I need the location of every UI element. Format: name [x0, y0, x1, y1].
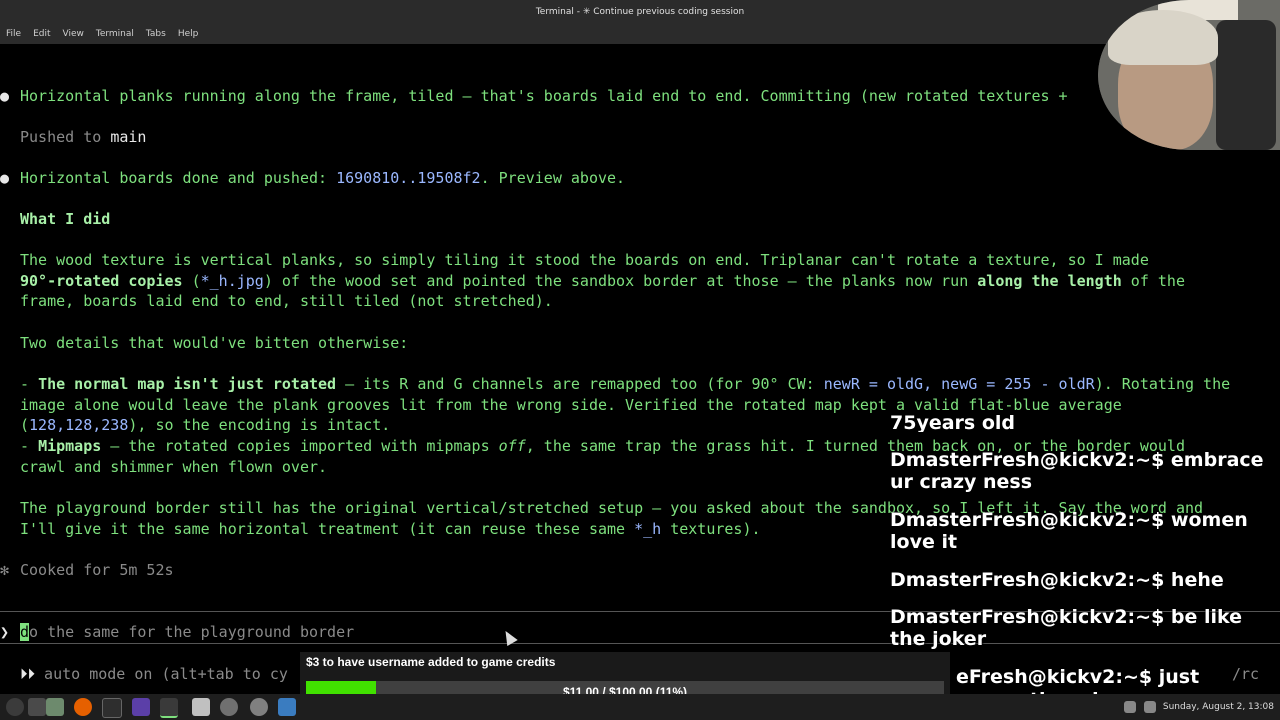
chat-text: eFresh@kickv2:~$ just	[956, 666, 1200, 688]
code-text: newR = oldG, newG = 255 - oldR	[823, 375, 1095, 393]
wifi-icon[interactable]	[1124, 701, 1136, 713]
webcam-overlay	[1098, 0, 1280, 150]
auto-mode-text: auto mode on (alt+tab to cy	[35, 665, 288, 683]
app-icon[interactable]	[278, 698, 296, 716]
section-heading: What I did	[20, 210, 111, 228]
obsidian-icon[interactable]	[132, 698, 150, 716]
menu-file[interactable]: File	[0, 24, 27, 44]
terminal-line: (128,128,238), so the encoding is intact…	[20, 415, 390, 435]
bullet-icon: ●	[0, 87, 10, 105]
bold-text: Mipmaps	[38, 437, 102, 455]
text: -	[20, 437, 39, 455]
code-text: 128,128,238	[29, 416, 129, 434]
text: I'll give it the same horizontal treatme…	[20, 520, 635, 538]
text: ), so the encoding is intact.	[128, 416, 391, 434]
code-text: *_h	[634, 520, 662, 538]
terminal-line: I'll give it the same horizontal treatme…	[20, 519, 761, 539]
window-title: Terminal - ✳ Continue previous coding se…	[0, 0, 1280, 24]
terminal-line: Two details that would've bitten otherwi…	[20, 334, 409, 352]
menu-view[interactable]: View	[57, 24, 90, 44]
menu-tabs[interactable]: Tabs	[140, 24, 172, 44]
menu-edit[interactable]: Edit	[27, 24, 56, 44]
text: — its R and G channels are remapped too …	[336, 375, 824, 393]
taskbar-clock: Sunday, August 2, 13:08	[1162, 702, 1274, 712]
terminal-icon[interactable]	[102, 698, 122, 718]
menu-bar: File Edit View Terminal Tabs Help	[0, 24, 1280, 44]
donation-title: $3 to have username added to game credit…	[306, 655, 556, 669]
chat-username: DmasterFresh@kickv2:~$	[890, 606, 1165, 628]
text: ). Rotating the	[1094, 375, 1231, 393]
folder-icon[interactable]	[46, 698, 64, 716]
gear-icon[interactable]	[250, 698, 268, 716]
taskbar: Sunday, August 2, 13:08	[0, 694, 1280, 720]
webcam-hat	[1108, 10, 1218, 65]
firefox-icon[interactable]	[74, 698, 92, 716]
chat-message: 75years old	[890, 412, 1280, 432]
text: (	[182, 272, 201, 290]
auto-mode-status: ⏵⏵ auto mode on (alt+tab to cy	[20, 664, 288, 684]
text: . Preview above.	[480, 169, 626, 187]
prompt-text: o the same for the playground border	[29, 623, 355, 641]
bold-text: The normal map isn't just rotated	[38, 375, 337, 393]
volume-icon[interactable]	[1144, 701, 1156, 713]
commit-range: 1690810..19508f2	[336, 169, 481, 187]
prompt-input[interactable]: do the same for the playground border	[20, 622, 354, 642]
italic-text: off	[498, 437, 526, 455]
menu-help[interactable]: Help	[172, 24, 205, 44]
terminal-line: frame, boards laid end to end, still til…	[20, 292, 553, 310]
pushed-text: Pushed to	[20, 128, 111, 146]
terminal-line: 90°-rotated copies (*_h.jpg) of the wood…	[20, 271, 1185, 291]
terminal-line: The wood texture is vertical planks, so …	[20, 251, 1149, 269]
terminal-output[interactable]: ● Horizontal planks running along the fr…	[0, 44, 1280, 694]
editor-icon[interactable]	[192, 698, 210, 716]
chat-message: DmasterFresh@kickv2:~$ hehe	[890, 569, 1280, 591]
active-terminal-icon[interactable]	[160, 698, 178, 718]
chat-message: DmasterFresh@kickv2:~$ be like the joker	[890, 606, 1280, 650]
chat-username: DmasterFresh@kickv2:~$	[890, 569, 1165, 591]
filename: *_h.jpg	[200, 272, 264, 290]
bold-text: along the length	[977, 272, 1122, 290]
text: — the rotated copies imported with mipma…	[101, 437, 499, 455]
branch-name: main	[110, 128, 147, 146]
cooked-status: Cooked for 5m 52s	[20, 561, 174, 579]
chat-username: DmasterFresh@kickv2:~$	[890, 509, 1165, 531]
text: -	[20, 375, 39, 393]
chat-message: DmasterFresh@kickv2:~$ women love it	[890, 509, 1280, 553]
chat-username: DmasterFresh@kickv2:~$	[890, 449, 1165, 471]
chat-text: hehe	[1164, 569, 1224, 591]
menu-icon[interactable]	[6, 698, 24, 716]
asterisk-icon: ✻	[0, 561, 10, 579]
terminal-line: crawl and shimmer when flown over.	[20, 458, 328, 476]
webcam-chair	[1216, 20, 1276, 150]
bold-text: 90°-rotated copies	[20, 272, 183, 290]
chat-message: DmasterFresh@kickv2:~$ embrace ur crazy …	[890, 449, 1280, 493]
text: textures).	[661, 520, 761, 538]
chat-message: eFresh@kickv2:~$ just	[956, 666, 1256, 688]
desktop-icon[interactable]	[28, 698, 46, 716]
text: of the	[1121, 272, 1185, 290]
terminal-line: Horizontal planks running along the fram…	[20, 87, 1068, 105]
settings-icon[interactable]	[220, 698, 238, 716]
bullet-icon: ●	[0, 169, 10, 187]
menu-terminal[interactable]: Terminal	[90, 24, 140, 44]
text: ) of the wood set and pointed the sandbo…	[263, 272, 978, 290]
text-cursor: d	[20, 623, 30, 641]
prompt-caret-icon: ❯	[0, 623, 10, 641]
terminal-line: Pushed to main	[20, 127, 146, 147]
text: (	[20, 416, 30, 434]
terminal-line: - The normal map isn't just rotated — it…	[20, 374, 1230, 394]
terminal-line: Horizontal boards done and pushed: 16908…	[20, 168, 625, 188]
chat-text: 75years old	[890, 412, 1015, 432]
fast-forward-icon: ⏵⏵	[20, 665, 36, 683]
text: Horizontal boards done and pushed:	[20, 169, 337, 187]
